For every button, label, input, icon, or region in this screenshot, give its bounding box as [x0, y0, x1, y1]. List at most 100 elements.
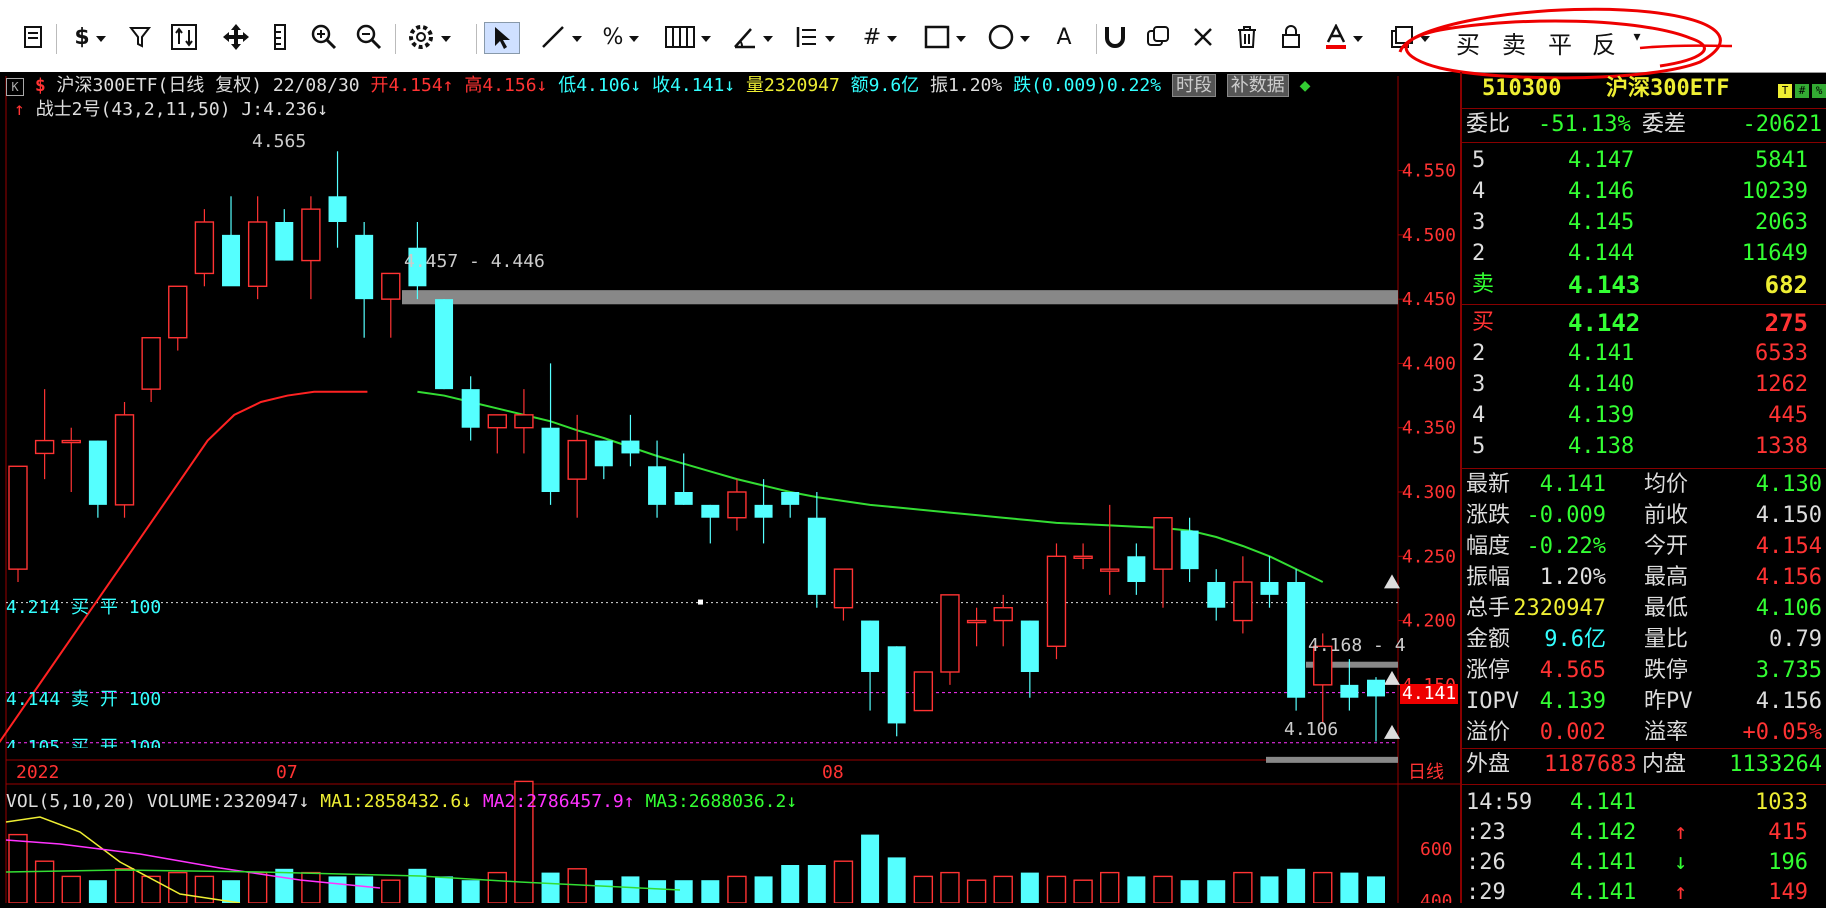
- order-dropdown-icon[interactable]: ▾: [1630, 22, 1644, 52]
- stat-row: 最新 4.141 均价 4.130: [1462, 470, 1826, 500]
- green-badge-icon[interactable]: %: [1812, 84, 1826, 98]
- open-label: 开: [370, 75, 389, 96]
- candle-body-down: [594, 440, 613, 467]
- candle-body-up: [168, 285, 188, 339]
- candle-body-up: [381, 272, 401, 300]
- low-price-label: 4.106: [1284, 719, 1339, 740]
- arrow-down-icon: ↓: [461, 791, 473, 812]
- line-tool-icon[interactable]: [536, 22, 586, 52]
- bid-row[interactable]: 5 4.138 1338: [1462, 432, 1826, 462]
- percent-icon[interactable]: %: [598, 22, 644, 52]
- buy-button[interactable]: 买: [1456, 25, 1480, 60]
- hash-icon[interactable]: #: [856, 22, 904, 52]
- arrow-down-icon: ↓: [786, 791, 798, 812]
- reverse-button[interactable]: 反: [1592, 25, 1616, 60]
- stat-label: 跌停: [1644, 658, 1689, 683]
- zoom-in-icon[interactable]: [308, 22, 340, 52]
- change-value: (0.009)0.22%: [1031, 75, 1162, 96]
- supplement-data-button[interactable]: 补数据: [1226, 74, 1289, 97]
- rectangle-icon[interactable]: [920, 22, 970, 52]
- timeshare-button[interactable]: 时段: [1171, 74, 1216, 97]
- stat-row: 振幅 1.20% 最高 4.156: [1462, 563, 1826, 593]
- close-position-button[interactable]: 平: [1548, 25, 1572, 60]
- sell-button[interactable]: 卖: [1502, 25, 1526, 60]
- ask-price: 4.147: [1568, 148, 1635, 173]
- candlestick-chart[interactable]: 4.550 4.500 4.450 4.400 4.350 4.300 4.250 4.200…: [0, 72, 1460, 903]
- tick-row: :23 4.142 ↑ 415: [1462, 818, 1826, 848]
- stat-label: 振幅: [1466, 565, 1511, 590]
- trash-icon[interactable]: [1232, 22, 1262, 52]
- stat-value: +0.05%: [1742, 720, 1822, 745]
- stat-label: 量比: [1644, 627, 1689, 652]
- stat-value: -0.009: [1526, 503, 1606, 528]
- stat-value: -0.22%: [1526, 534, 1606, 559]
- period-label[interactable]: 日线: [1408, 763, 1444, 783]
- ask-row[interactable]: 2 4.144 11649: [1462, 239, 1826, 269]
- ask-row[interactable]: 卖 4.143 682: [1462, 270, 1826, 300]
- document-icon[interactable]: [18, 22, 48, 52]
- lock-icon[interactable]: [1276, 22, 1306, 52]
- ask-row[interactable]: 5 4.147 5841: [1462, 146, 1826, 176]
- text-icon[interactable]: A: [1048, 22, 1080, 52]
- copy-icon[interactable]: [1142, 22, 1174, 52]
- dollar-small-icon[interactable]: $: [35, 75, 46, 96]
- quote-header: 510300 沪深300ETF T # %: [1462, 74, 1826, 106]
- bid-row[interactable]: 4 4.139 445: [1462, 401, 1826, 431]
- candle-body-down: [275, 222, 294, 261]
- bid-row[interactable]: 2 4.141 6533: [1462, 339, 1826, 369]
- candle-body-down: [1260, 582, 1279, 595]
- ask-level: 2: [1472, 241, 1486, 266]
- move-icon[interactable]: [220, 22, 252, 52]
- ask-row[interactable]: 4 4.146 10239: [1462, 177, 1826, 207]
- volume-bar: [701, 880, 720, 903]
- trade-marker-1[interactable]: 4.214 买 平 100: [6, 598, 161, 618]
- exchange-icon[interactable]: [168, 22, 200, 52]
- close-icon[interactable]: [1188, 22, 1218, 52]
- indicator-j: J:4.236: [241, 99, 318, 120]
- grid-icon[interactable]: [662, 22, 714, 52]
- font-color-icon[interactable]: [1322, 22, 1366, 52]
- volume-bar: [114, 868, 135, 903]
- magnet-icon[interactable]: [1100, 22, 1130, 52]
- stat-value: 0.002: [1539, 720, 1606, 745]
- arrow-up-icon: ↑: [623, 791, 635, 812]
- gear-icon[interactable]: [404, 22, 454, 52]
- grid-badge-icon[interactable]: #: [1795, 84, 1809, 98]
- tick-row: :26 4.141 ↓ 196: [1462, 848, 1826, 878]
- zoom-out-icon[interactable]: [353, 22, 385, 52]
- trade-marker-3[interactable]: 4.105 买 开 100: [6, 738, 161, 748]
- bid-volume: 445: [1768, 403, 1808, 428]
- candle-body-down: [222, 234, 241, 287]
- weibi-label: 委比: [1466, 112, 1511, 137]
- low-value: 4.106: [576, 75, 631, 96]
- vol-tick-400: 400: [1420, 892, 1453, 903]
- dollar-icon[interactable]: $: [68, 22, 112, 52]
- stat-label: 溢价: [1466, 720, 1511, 745]
- circle-icon[interactable]: [984, 22, 1034, 52]
- volume-bar: [61, 875, 81, 903]
- layers-icon[interactable]: [1388, 22, 1432, 52]
- t-badge-icon[interactable]: T: [1778, 84, 1792, 98]
- bid-row[interactable]: 3 4.140 1262: [1462, 370, 1826, 400]
- k-line-icon[interactable]: K: [6, 78, 24, 96]
- arrow-down-icon: ↓: [724, 75, 736, 96]
- stat-value: 4.130: [1755, 472, 1822, 497]
- stat-row: 幅度 -0.22% 今开 4.154: [1462, 532, 1826, 562]
- ask-row[interactable]: 3 4.145 2063: [1462, 208, 1826, 238]
- bid-price: 4.140: [1568, 372, 1635, 397]
- candle-body-up: [1046, 555, 1067, 647]
- stat-value: 4.156: [1755, 565, 1822, 590]
- volume-label: 量: [745, 75, 764, 96]
- bid-row[interactable]: 买 4.142 275: [1462, 308, 1826, 338]
- diamond-icon[interactable]: ◆: [1300, 75, 1311, 96]
- bars-icon[interactable]: [792, 22, 838, 52]
- filter-icon[interactable]: [126, 22, 156, 52]
- stat-value: 0.79: [1769, 627, 1822, 652]
- candle-body-down: [674, 492, 693, 505]
- volume-bar: [727, 875, 747, 903]
- trade-marker-2[interactable]: 4.144 卖 开 100: [6, 690, 161, 710]
- pointer-icon[interactable]: [484, 22, 520, 54]
- volume-bar: [461, 880, 480, 903]
- angle-icon[interactable]: [730, 22, 776, 52]
- ruler-icon[interactable]: [268, 22, 292, 52]
